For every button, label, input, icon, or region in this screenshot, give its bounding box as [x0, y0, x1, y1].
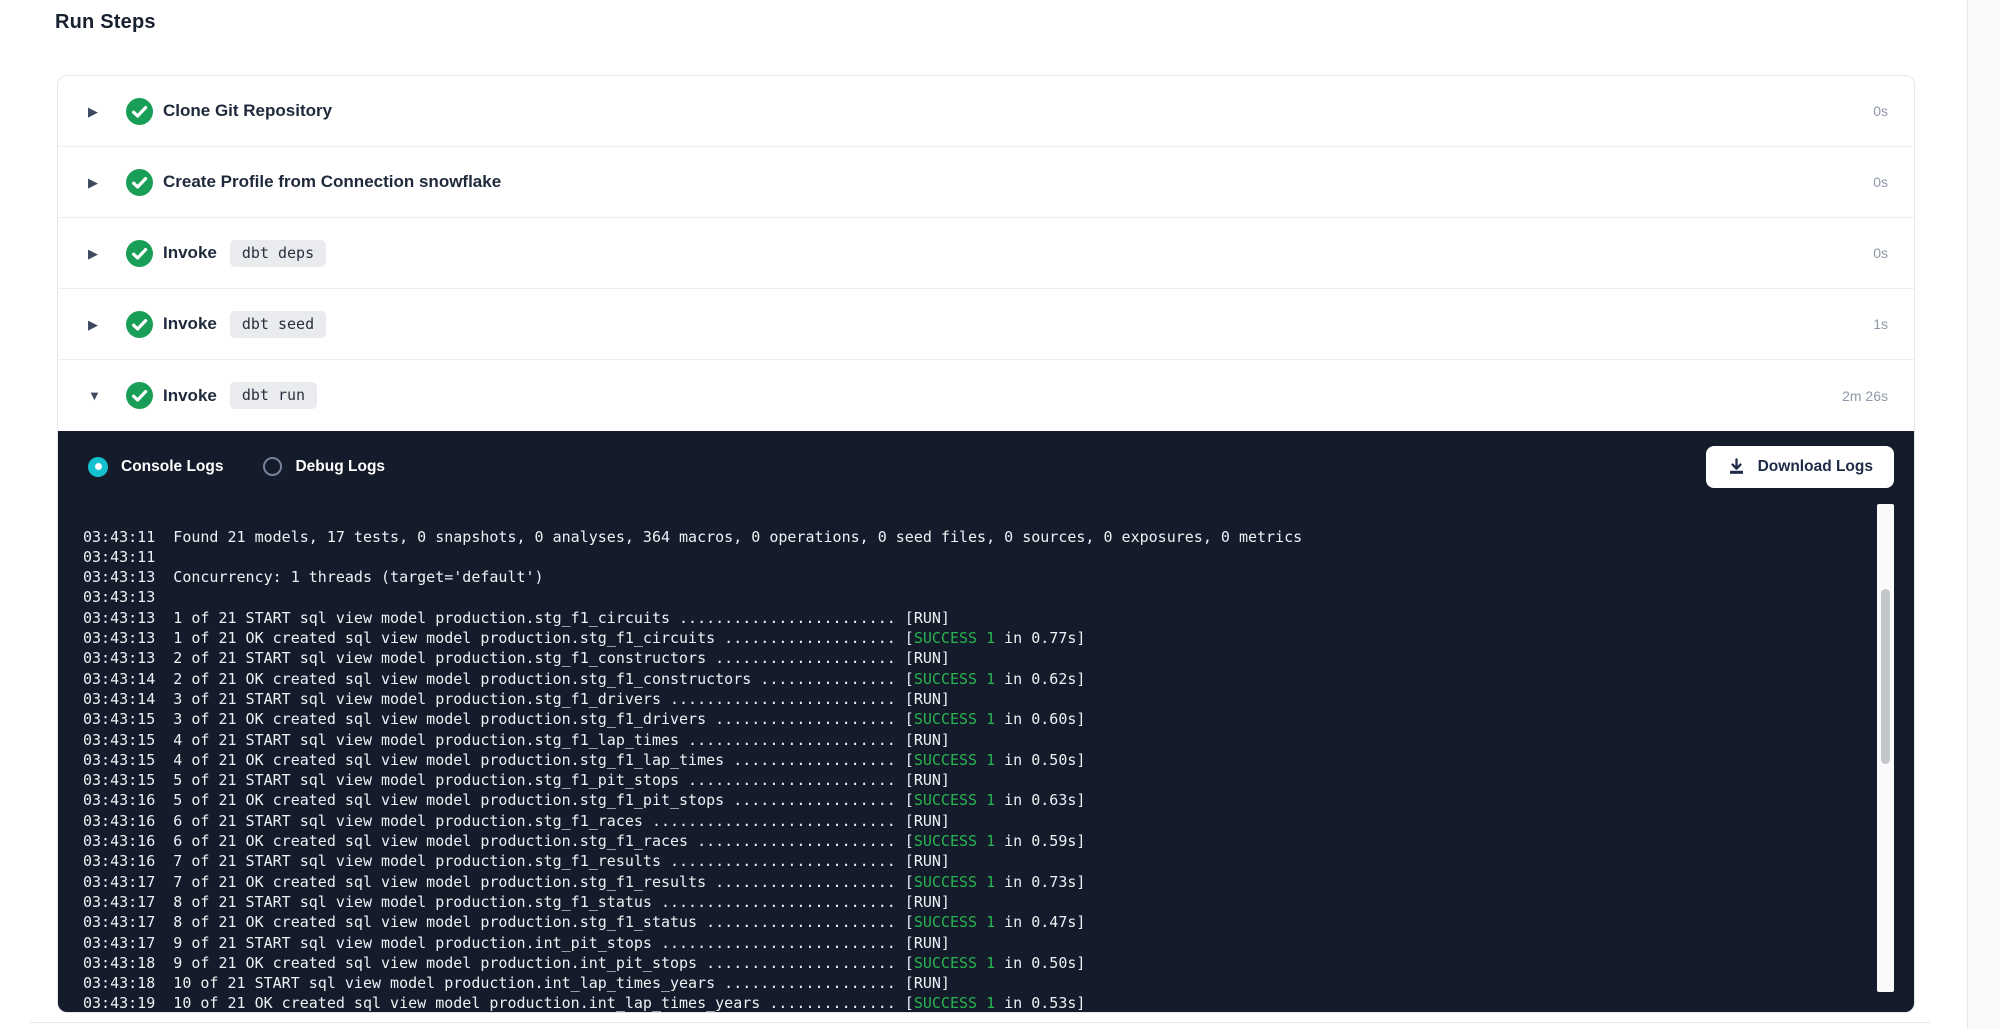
log-line: 03:43:16 5 of 21 OK created sql view mod… [83, 790, 1914, 810]
log-line: 03:43:17 7 of 21 OK created sql view mod… [83, 872, 1914, 892]
console-logs-radio-option[interactable]: Console Logs [88, 457, 223, 477]
check-success-icon [126, 382, 153, 409]
caret-icon[interactable]: ▶ [88, 318, 110, 331]
caret-icon[interactable]: ▶ [88, 247, 110, 260]
page-title: Run Steps [55, 11, 156, 34]
download-logs-button-label: Download Logs [1758, 458, 1873, 476]
log-line: 03:43:17 9 of 21 START sql view model pr… [83, 933, 1914, 953]
step-duration: 2m 26s [1842, 388, 1888, 404]
log-line: 03:43:13 1 of 21 START sql view model pr… [83, 608, 1914, 628]
log-panel: Console Logs Debug Logs Download Logs [58, 431, 1914, 1012]
page-scroll-gutter [1967, 0, 2000, 1029]
log-line: 03:43:11 Found 21 models, 17 tests, 0 sn… [83, 527, 1914, 547]
step-duration: 0s [1873, 245, 1888, 261]
step-label: Create Profile from Connection snowflake [163, 172, 501, 192]
log-scrollbar-track[interactable] [1877, 504, 1894, 992]
download-logs-button[interactable]: Download Logs [1706, 446, 1894, 488]
log-line: 03:43:14 3 of 21 START sql view model pr… [83, 689, 1914, 709]
step-command-pill: dbt deps [230, 240, 326, 267]
step-row-2[interactable]: ▶ Create Profile from Connection snowfla… [58, 147, 1914, 218]
log-type-radio-group: Console Logs Debug Logs [88, 457, 385, 477]
log-line: 03:43:13 1 of 21 OK created sql view mod… [83, 628, 1914, 648]
log-panel-header: Console Logs Debug Logs Download Logs [58, 431, 1914, 496]
log-line: 03:43:15 4 of 21 START sql view model pr… [83, 730, 1914, 750]
log-scrollbar-thumb[interactable] [1881, 589, 1890, 764]
step-row-3[interactable]: ▶ Invoke dbt deps 0s [58, 218, 1914, 289]
step-label: Clone Git Repository [163, 101, 332, 121]
step-row-1[interactable]: ▶ Clone Git Repository 0s [58, 76, 1914, 147]
log-line: 03:43:18 9 of 21 OK created sql view mod… [83, 953, 1914, 973]
run-steps-card: ▶ Clone Git Repository 0s ▶ Create Profi… [57, 75, 1915, 1013]
radio-unselected-icon[interactable] [263, 457, 282, 476]
step-duration: 0s [1873, 174, 1888, 190]
log-line: 03:43:17 8 of 21 OK created sql view mod… [83, 912, 1914, 932]
step-duration: 1s [1873, 316, 1888, 332]
check-success-icon [126, 98, 153, 125]
debug-logs-label[interactable]: Debug Logs [295, 458, 385, 476]
log-line: 03:43:16 7 of 21 START sql view model pr… [83, 851, 1914, 871]
step-row-5[interactable]: ▼ Invoke dbt run 2m 26s [58, 360, 1914, 431]
log-line: 03:43:13 Concurrency: 1 threads (target=… [83, 567, 1914, 587]
caret-icon[interactable]: ▶ [88, 105, 110, 118]
log-line: 03:43:11 [83, 547, 1914, 567]
run-steps-list: ▶ Clone Git Repository 0s ▶ Create Profi… [58, 76, 1914, 431]
step-duration: 0s [1873, 103, 1888, 119]
debug-logs-radio-option[interactable]: Debug Logs [263, 457, 385, 476]
console-logs-label[interactable]: Console Logs [121, 458, 223, 476]
section-divider [30, 1022, 1930, 1023]
download-icon [1727, 457, 1746, 476]
log-line: 03:43:17 8 of 21 START sql view model pr… [83, 892, 1914, 912]
step-row-4[interactable]: ▶ Invoke dbt seed 1s [58, 289, 1914, 360]
caret-icon[interactable]: ▼ [88, 389, 110, 402]
check-success-icon [126, 240, 153, 267]
log-line: 03:43:16 6 of 21 OK created sql view mod… [83, 831, 1914, 851]
log-line: 03:43:15 4 of 21 OK created sql view mod… [83, 750, 1914, 770]
step-command-pill: dbt seed [230, 311, 326, 338]
log-line: 03:43:19 10 of 21 OK created sql view mo… [83, 993, 1914, 1012]
console-log-viewport[interactable]: 03:43:11 Found 21 models, 17 tests, 0 sn… [58, 496, 1914, 1012]
console-log-lines: 03:43:11 Found 21 models, 17 tests, 0 sn… [58, 527, 1914, 1012]
log-line: 03:43:13 [83, 587, 1914, 607]
step-label: Invoke [163, 386, 217, 406]
log-line: 03:43:15 3 of 21 OK created sql view mod… [83, 709, 1914, 729]
check-success-icon [126, 311, 153, 338]
step-label: Invoke [163, 243, 217, 263]
step-label: Invoke [163, 314, 217, 334]
caret-icon[interactable]: ▶ [88, 176, 110, 189]
log-line: 03:43:18 10 of 21 START sql view model p… [83, 973, 1914, 993]
check-success-icon [126, 169, 153, 196]
log-line: 03:43:16 6 of 21 START sql view model pr… [83, 811, 1914, 831]
radio-selected-icon[interactable] [88, 457, 108, 477]
log-line: 03:43:13 2 of 21 START sql view model pr… [83, 648, 1914, 668]
log-line: 03:43:14 2 of 21 OK created sql view mod… [83, 669, 1914, 689]
log-line: 03:43:15 5 of 21 START sql view model pr… [83, 770, 1914, 790]
step-command-pill: dbt run [230, 382, 317, 409]
